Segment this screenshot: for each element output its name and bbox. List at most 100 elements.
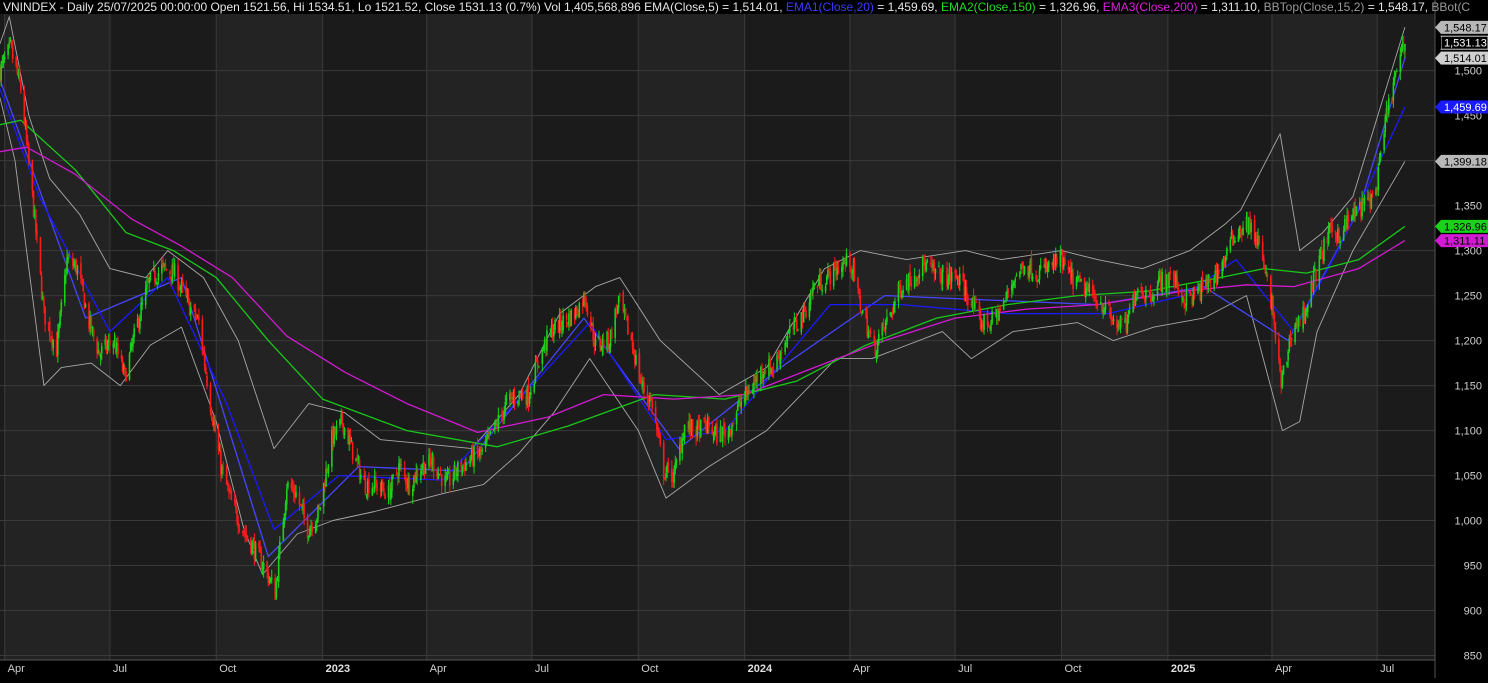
candle-body: [560, 314, 562, 327]
candle-body: [99, 354, 102, 359]
plot-band-8: [744, 14, 850, 660]
candle-body: [1190, 293, 1192, 296]
candle-body: [1056, 256, 1058, 264]
candle-body: [396, 475, 399, 478]
candle-body: [627, 315, 629, 335]
candle-body: [270, 577, 273, 580]
candle-15[interactable]: [23, 85, 26, 127]
candle-body: [708, 417, 710, 428]
candle-819[interactable]: [1323, 236, 1325, 265]
candle-19[interactable]: [28, 142, 30, 166]
candle-body: [306, 516, 309, 539]
candle-389[interactable]: [627, 313, 629, 335]
candle-body: [1394, 72, 1397, 75]
candle-359[interactable]: [578, 301, 581, 319]
candle-81[interactable]: [129, 341, 132, 354]
candle-body: [538, 365, 540, 367]
price-label-text: 1,531.13: [1444, 38, 1487, 50]
candle-480[interactable]: [776, 351, 778, 373]
y-tick-label-4: 1,050: [1454, 471, 1482, 483]
candle-body: [66, 257, 68, 274]
candle-159[interactable]: [254, 541, 257, 562]
candle-800[interactable]: [1294, 322, 1296, 346]
candle-25[interactable]: [39, 236, 42, 276]
candle-354[interactable]: [570, 308, 573, 327]
chart-canvas[interactable]: 850 900 950 1,000 1,050 1,100 1,150 1,200 1,250 1…: [0, 0, 1488, 678]
x-tick-label-4: Apr: [430, 663, 447, 675]
candle-body: [226, 484, 229, 486]
candle-body: [120, 355, 123, 359]
candle-body: [132, 337, 134, 347]
candle-669[interactable]: [1080, 278, 1082, 282]
candle-828[interactable]: [1338, 227, 1340, 243]
candle-body: [282, 521, 285, 541]
candle-body: [978, 301, 981, 314]
candle-body: [675, 460, 678, 463]
candle-848[interactable]: [1370, 193, 1373, 210]
price-label-text: 1,548.17: [1444, 22, 1487, 34]
candle-body: [546, 330, 548, 352]
candle-497[interactable]: [802, 302, 805, 323]
candle-57[interactable]: [90, 316, 93, 334]
candle-body: [237, 521, 240, 528]
candle-125[interactable]: [201, 315, 204, 356]
candle-body: [1088, 283, 1091, 293]
candle-body: [753, 381, 755, 391]
candle-body: [902, 289, 904, 294]
candle-body: [1258, 235, 1261, 243]
candle-body: [0, 63, 2, 81]
candle-body: [570, 309, 573, 327]
candle-body: [1350, 216, 1353, 222]
candle-body: [152, 268, 155, 270]
candle-body: [529, 392, 532, 396]
candle-body: [1100, 301, 1102, 305]
candle-body: [674, 462, 677, 471]
candle-body: [23, 90, 26, 125]
candle-body: [469, 458, 472, 464]
candle-839[interactable]: [1355, 205, 1358, 217]
candle-body: [44, 306, 46, 325]
candle-body: [667, 462, 670, 466]
candle-body: [1327, 226, 1330, 244]
candle-52[interactable]: [82, 278, 85, 293]
candle-body: [638, 353, 641, 381]
candle-body: [691, 419, 694, 432]
plot-band-7: [638, 14, 745, 660]
stock-chart[interactable]: 850 900 950 1,000 1,050 1,100 1,150 1,200 1,250 1…: [0, 0, 1488, 678]
candle-body: [999, 308, 1002, 311]
candle-719[interactable]: [1161, 267, 1163, 297]
candle-body: [1038, 269, 1041, 280]
candle-body: [631, 338, 634, 348]
candle-body: [1266, 273, 1269, 277]
candle-434[interactable]: [699, 419, 702, 438]
candle-body: [1180, 291, 1183, 299]
candle-body: [311, 526, 314, 532]
candle-357[interactable]: [576, 305, 578, 316]
candle-804[interactable]: [1298, 317, 1301, 327]
candle-body: [986, 314, 989, 326]
candle-body: [82, 278, 85, 292]
candle-body: [1287, 351, 1289, 361]
candle-body: [408, 476, 411, 495]
plot-band-10: [955, 14, 1062, 660]
candle-156[interactable]: [251, 540, 253, 556]
candle-body: [405, 475, 407, 485]
candle-body: [1185, 290, 1188, 306]
candle-140[interactable]: [225, 464, 228, 486]
candle-body: [259, 546, 261, 553]
candle-body: [756, 374, 759, 382]
candle-body: [926, 261, 929, 263]
candle-254[interactable]: [408, 473, 411, 496]
plot-band-12: [1167, 14, 1272, 660]
candle-766[interactable]: [1238, 225, 1241, 240]
candle-794[interactable]: [1282, 365, 1285, 376]
header-segment-9: BBTop(Close,15,2): [1264, 0, 1365, 14]
candle-body: [84, 304, 87, 307]
candle-body: [521, 393, 524, 399]
candle-body: [827, 269, 829, 278]
candle-80[interactable]: [128, 351, 131, 382]
plot-band-0: [0, 14, 5, 660]
candle-body: [365, 494, 368, 496]
candle-body: [489, 430, 492, 434]
candle-body: [712, 435, 715, 437]
